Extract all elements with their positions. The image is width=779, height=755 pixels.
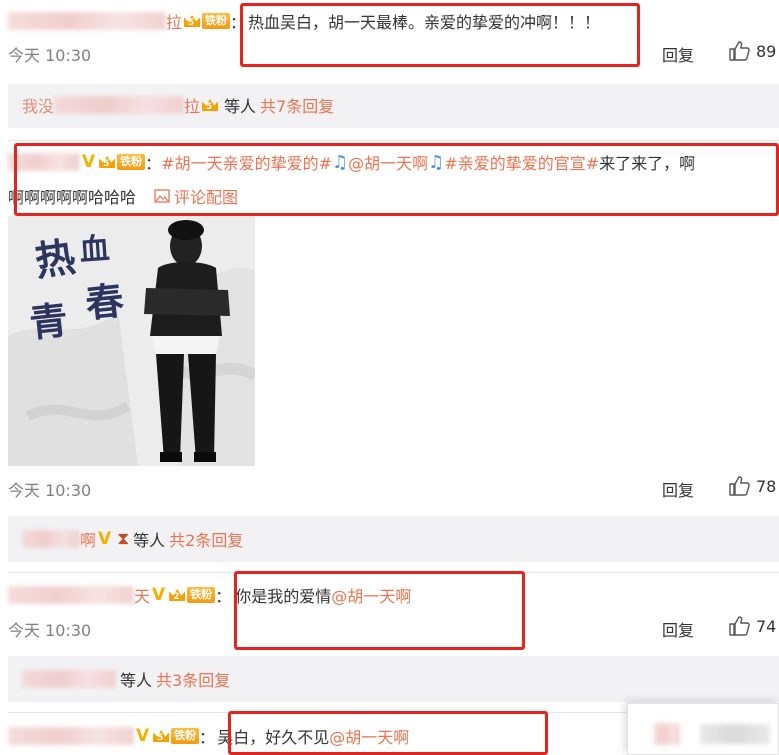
comment-time: 今天 10:30 xyxy=(8,46,92,65)
username-redacted[interactable] xyxy=(8,12,166,30)
svg-text:血: 血 xyxy=(78,232,110,269)
username-redacted[interactable] xyxy=(8,153,80,171)
verified-v-icon: V xyxy=(136,726,150,746)
verified-v-icon: V xyxy=(82,152,96,172)
svg-text:青: 青 xyxy=(27,297,70,346)
poster-image: 热 血 青 春 xyxy=(8,216,255,466)
reply-count-link[interactable]: 共3条回复 xyxy=(156,667,230,691)
fan-badge: 铁粉 xyxy=(117,154,146,170)
like-button[interactable]: 74 xyxy=(728,616,776,636)
username-redacted xyxy=(22,670,116,688)
like-button[interactable]: 89 xyxy=(728,41,776,61)
fan-crown-icon: 5 xyxy=(98,154,116,170)
floating-card[interactable] xyxy=(627,703,779,755)
comment-2-line2: 啊啊啊啊啊哈哈哈 评论配图 xyxy=(8,184,238,208)
thumbs-up-icon xyxy=(729,616,750,636)
svg-text:春: 春 xyxy=(83,277,126,326)
username-redacted xyxy=(22,530,80,548)
reply-button[interactable]: 回复 xyxy=(662,477,694,501)
username-redacted[interactable] xyxy=(8,586,134,604)
like-count: 78 xyxy=(756,476,777,496)
comment-image-link[interactable]: 评论配图 xyxy=(154,184,238,208)
svg-text:热: 热 xyxy=(32,233,78,285)
reply-etc: 等人 xyxy=(120,671,153,690)
comment-image[interactable]: 热 血 青 春 xyxy=(8,216,255,466)
fan-crown-icon: 5 xyxy=(152,728,170,744)
username-redacted xyxy=(54,96,185,114)
like-count: 89 xyxy=(756,41,777,61)
fan-crown-icon: 5 xyxy=(201,97,219,113)
like-count: 74 xyxy=(756,616,777,636)
music-note-icon: ♫ xyxy=(428,151,445,173)
reply-user-tail[interactable]: 拉 xyxy=(184,93,200,117)
reply-user-tail[interactable]: 啊 xyxy=(80,527,96,551)
music-note-icon: ♫ xyxy=(332,151,349,173)
reply-count-link[interactable]: 共7条回复 xyxy=(260,93,334,117)
mention-link[interactable]: @胡一天啊 xyxy=(348,150,428,174)
like-button[interactable]: 78 xyxy=(728,476,776,496)
comment-text: 来了来了，啊 xyxy=(599,154,696,173)
verified-v-icon: V xyxy=(152,585,166,605)
reply-etc: 等人 xyxy=(133,531,166,550)
comment-text: 热血吴白，胡一天最棒。亲爱的挚爱的冲啊！！！ xyxy=(248,13,601,32)
reply-thread-summary[interactable]: 等人 共3条回复 xyxy=(22,667,230,691)
hashtag-link[interactable]: #亲爱的挚爱的官宣# xyxy=(444,150,599,174)
mention-link[interactable]: @胡一天啊 xyxy=(329,724,409,748)
reply-etc: 等人 xyxy=(224,97,257,116)
reply-button[interactable]: 回复 xyxy=(662,42,694,66)
comment-text-continued: 啊啊啊啊啊哈哈哈 xyxy=(8,188,137,207)
comment-4-header: V 5 铁粉 ： 吴白，好久不见 @胡一天啊 xyxy=(8,724,409,748)
thumbs-up-icon xyxy=(729,476,750,496)
reply-thread-summary[interactable]: 我没 拉 5 等人 共7条回复 xyxy=(22,93,334,117)
comment-1-header: 拉 5 铁粉 ： 热血吴白，胡一天最棒。亲爱的挚爱的冲啊！！！ xyxy=(8,10,600,32)
reply-user-head[interactable]: 我没 xyxy=(22,93,54,117)
fan-badge: 铁粉 xyxy=(187,587,216,603)
comment-3-header: 天 V 2 铁粉 ： 你是我的爱情 @胡一天啊 xyxy=(8,583,411,607)
image-icon xyxy=(154,189,170,203)
fan-crown-icon: 2 xyxy=(168,587,186,603)
verified-v-icon: V xyxy=(98,529,112,549)
fan-crown-icon: 5 xyxy=(183,13,201,29)
comment-text: 你是我的爱情 xyxy=(235,587,332,606)
reply-button[interactable]: 回复 xyxy=(662,617,694,641)
reply-count-link[interactable]: 共2条回复 xyxy=(169,527,243,551)
divider xyxy=(8,140,779,141)
divider xyxy=(8,572,779,573)
thumbs-up-icon xyxy=(729,41,750,61)
mention-link[interactable]: @胡一天啊 xyxy=(331,583,411,607)
fan-badge: 铁粉 xyxy=(171,728,200,744)
comment-time: 今天 10:30 xyxy=(8,621,92,640)
username-tail[interactable]: 天 xyxy=(134,583,150,607)
comment-text: 吴白，好久不见 xyxy=(217,728,330,747)
comment-time: 今天 10:30 xyxy=(8,481,92,500)
reply-thread-summary[interactable]: 啊 V ⧗ 等人 共2条回复 xyxy=(22,527,243,551)
fan-badge: 铁粉 xyxy=(202,13,231,29)
username-tail[interactable]: 拉 xyxy=(166,9,182,33)
username-redacted[interactable] xyxy=(8,727,134,745)
card-text-redacted xyxy=(700,724,770,744)
hourglass-icon: ⧗ xyxy=(117,529,130,549)
comment-2-header: V 5 铁粉 ： #胡一天亲爱的挚爱的# ♫ @胡一天啊 ♫ #亲爱的挚爱的官宣… xyxy=(8,150,695,174)
card-avatar-redacted xyxy=(654,723,680,745)
hashtag-link[interactable]: #胡一天亲爱的挚爱的# xyxy=(161,150,332,174)
